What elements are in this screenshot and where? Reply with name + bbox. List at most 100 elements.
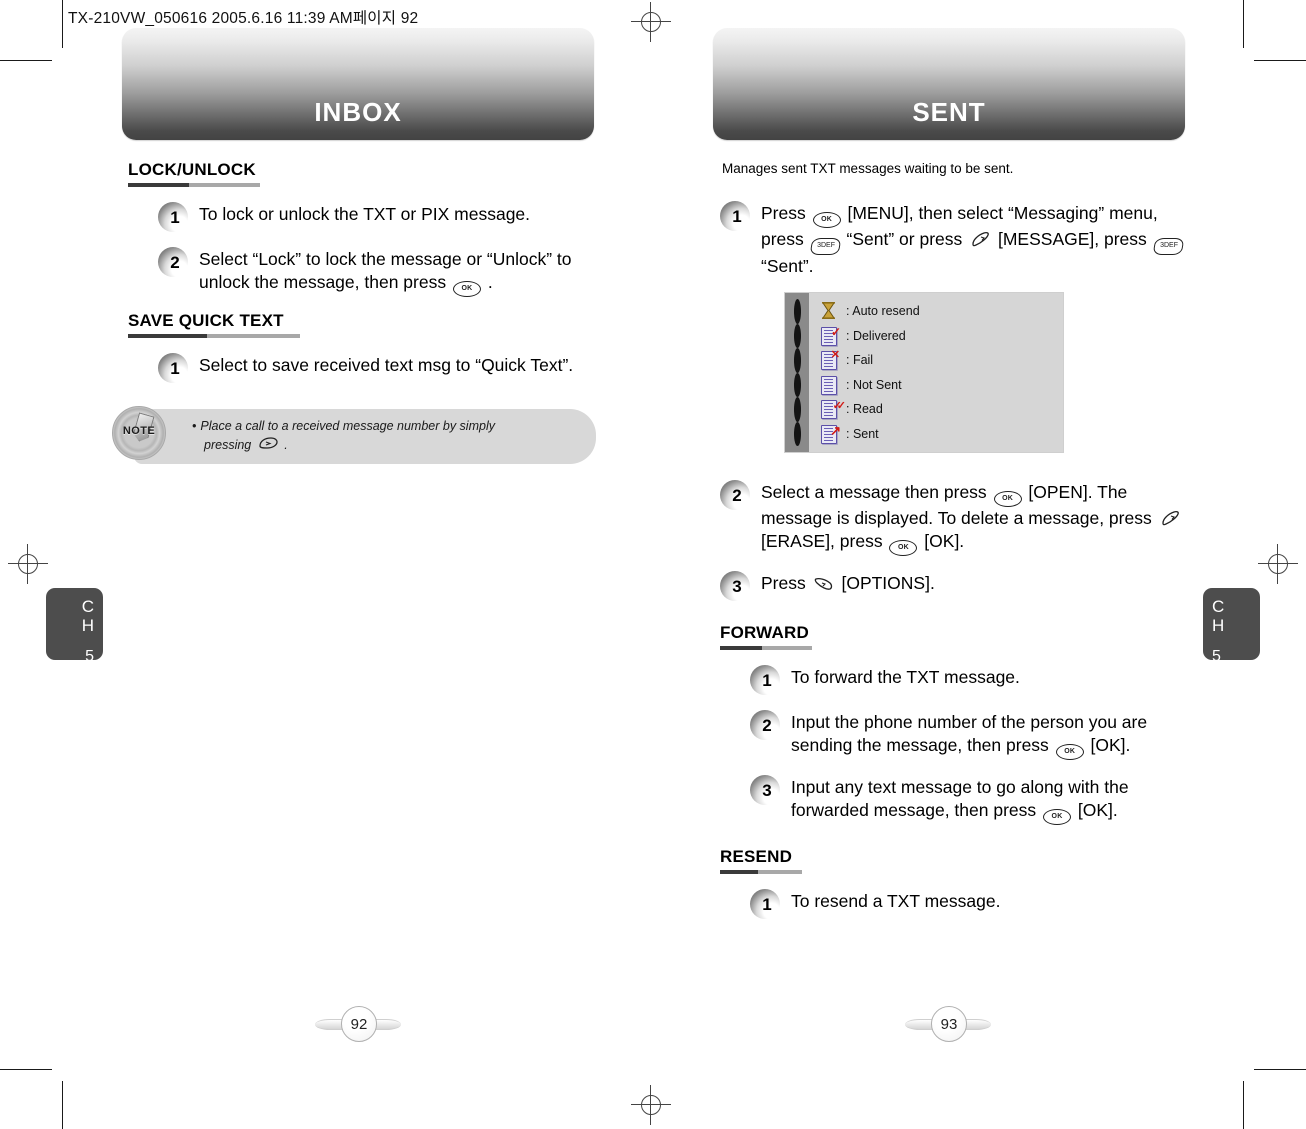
step-text: Press OK [MENU], then select “Messaging”…	[761, 200, 1200, 278]
legend-row: ✓ : Delivered	[819, 324, 1063, 349]
legend-bullet-strip	[785, 293, 809, 452]
step-number: 3	[762, 780, 772, 800]
note-line-1: Place a call to a received message numbe…	[200, 419, 495, 433]
legend-label: : Read	[846, 402, 883, 417]
message-status-legend: : Auto resend ✓ : Delivered ✕: Fail : Not Se…	[784, 292, 1064, 453]
x-glyph: ✕	[830, 349, 840, 362]
step-number-badge: 1	[750, 889, 780, 919]
chapter-letter-h-right: H	[1212, 616, 1225, 635]
section-underline-dark	[128, 183, 189, 187]
legend-label: : Delivered	[846, 328, 906, 343]
step-text: Input the phone number of the person you…	[791, 709, 1200, 760]
crop-mark-bottom-right-horizontal	[1254, 1069, 1306, 1070]
crop-mark-top-left-horizontal	[0, 60, 52, 61]
step-text: To forward the TXT message.	[791, 667, 1020, 687]
legend-row: ✕: Fail	[819, 348, 1063, 373]
step-number-badge: 2	[750, 710, 780, 740]
legend-label: : Sent	[846, 426, 879, 441]
registration-mark-bottom-center	[631, 1085, 671, 1125]
section-title: RESEND	[720, 847, 793, 866]
numbered-step: 2 Input the phone number of the person yo…	[750, 709, 1200, 760]
chapter-letters-left: C H	[46, 597, 94, 635]
chapter-letter-h-left: H	[81, 616, 94, 635]
banner-title-right: SENT	[912, 97, 986, 127]
legend-row: : Auto resend	[819, 299, 1063, 324]
step-number: 1	[762, 670, 772, 690]
sent-intro-text: Manages sent TXT messages waiting to be …	[722, 161, 1014, 176]
section-underline-dark	[720, 646, 763, 650]
step-number-badge: 1	[158, 353, 188, 383]
note-badge-icon: NOTE	[112, 406, 166, 460]
note-badge-label: NOTE	[122, 425, 156, 437]
manual-section: RESEND 1 To resend a TXT message.	[720, 847, 1200, 919]
section-steps: 1 To forward the TXT message. 2 Input the p…	[750, 664, 1200, 825]
check-glyph: ✓	[830, 324, 841, 339]
crop-mark-bottom-left-horizontal	[0, 1069, 52, 1070]
section-underline	[720, 646, 812, 650]
chapter-letter-c-left: C	[81, 597, 94, 616]
section-title: LOCK/UNLOCK	[128, 160, 256, 179]
section-underline	[128, 334, 300, 338]
step-number-badge: 2	[158, 247, 188, 277]
ok-key-icon: OK	[452, 281, 481, 297]
numbered-step: 3 Press [OPTIONS].	[720, 570, 1200, 601]
legend-label: : Not Sent	[846, 377, 902, 392]
double-check-glyph: ✓✓	[832, 400, 847, 413]
legend-bullet-dot	[793, 348, 801, 373]
legend-rows: : Auto resend ✓ : Delivered ✕: Fail : Not Se…	[809, 293, 1063, 452]
chapter-letters-right: C H	[1212, 597, 1260, 635]
registration-mark-top-center	[631, 2, 671, 42]
hourglass-icon	[819, 301, 841, 321]
ok-key-icon: OK	[1043, 809, 1071, 825]
note-box: NOTE • Place a call to a received message…	[112, 406, 596, 464]
page-banner-inbox: INBOX	[122, 28, 594, 140]
page-number-value-left: 92	[341, 1006, 377, 1042]
right-page-content: Manages sent TXT messages waiting to be …	[720, 160, 1200, 933]
legend-row: : Not Sent	[819, 373, 1063, 398]
step-number: 1	[732, 206, 742, 226]
step-text: To lock or unlock the TXT or PIX message…	[199, 204, 531, 224]
step-number-badge: 3	[720, 571, 750, 601]
section-underline-light	[188, 183, 260, 187]
registration-mark-right	[1258, 544, 1298, 584]
numbered-step: 1 Press OK [MENU], then select “Messaging…	[720, 200, 1200, 278]
step-text: Select “Lock” to lock the message or “Un…	[199, 246, 608, 297]
chapter-tab-left: C H 5	[46, 588, 103, 665]
numbered-step: 2 Select a message then press OK [OPEN]. …	[720, 479, 1200, 556]
section-title: SAVE QUICK TEXT	[128, 311, 284, 330]
crop-mark-bottom-right-vertical	[1243, 1081, 1244, 1129]
section-underline-light	[762, 646, 812, 650]
legend-bullet-dot	[793, 299, 801, 324]
manual-section: FORWARD 1 To forward the TXT message. 2 Inpu…	[720, 623, 1200, 825]
legend-bullet-dot	[793, 397, 801, 422]
section-underline-light	[757, 870, 802, 874]
crop-mark-top-left-vertical	[62, 0, 63, 48]
arrow-glyph: ↗	[830, 422, 841, 438]
ok-key-icon: OK	[1055, 744, 1084, 760]
section-underline-dark	[720, 870, 758, 874]
document-arrow-icon: ↗	[819, 424, 841, 444]
step-number: 3	[732, 576, 742, 596]
document-meta-line: TX-210VW_050616 2005.6.16 11:39 AM페이지 92	[68, 10, 419, 27]
three-key-icon: 3DEF	[1152, 238, 1185, 255]
document-x-icon: ✕	[819, 349, 841, 371]
left-sections-container: LOCK/UNLOCK 1 To lock or unlock the TXT or…	[128, 160, 608, 383]
manual-section: LOCK/UNLOCK 1 To lock or unlock the TXT or…	[128, 160, 608, 297]
section-steps: 1 To lock or unlock the TXT or PIX messag…	[158, 201, 608, 297]
section-steps: 1 To resend a TXT message.	[750, 888, 1200, 919]
note-text: • Place a call to a received message numb…	[192, 418, 582, 454]
note-line-2-text: pressing	[204, 438, 252, 452]
chapter-tab-right: C H 5	[1203, 588, 1260, 665]
send-key-icon	[257, 435, 279, 451]
numbered-step: 1 Select to save received text msg to “Qu…	[158, 352, 608, 383]
crop-mark-top-right-vertical	[1243, 0, 1244, 48]
page-number-badge-right: 93	[905, 1006, 991, 1042]
numbered-step: 1 To lock or unlock the TXT or PIX messag…	[158, 201, 608, 232]
ok-key-icon: OK	[889, 540, 918, 556]
section-steps: 1 Select to save received text msg to “Qu…	[158, 352, 608, 383]
chapter-letter-c-right: C	[1212, 597, 1225, 616]
section-underline-dark	[128, 334, 208, 338]
step-number: 1	[170, 207, 180, 227]
registration-mark-left	[8, 544, 48, 584]
crop-mark-bottom-left-vertical	[62, 1081, 63, 1129]
